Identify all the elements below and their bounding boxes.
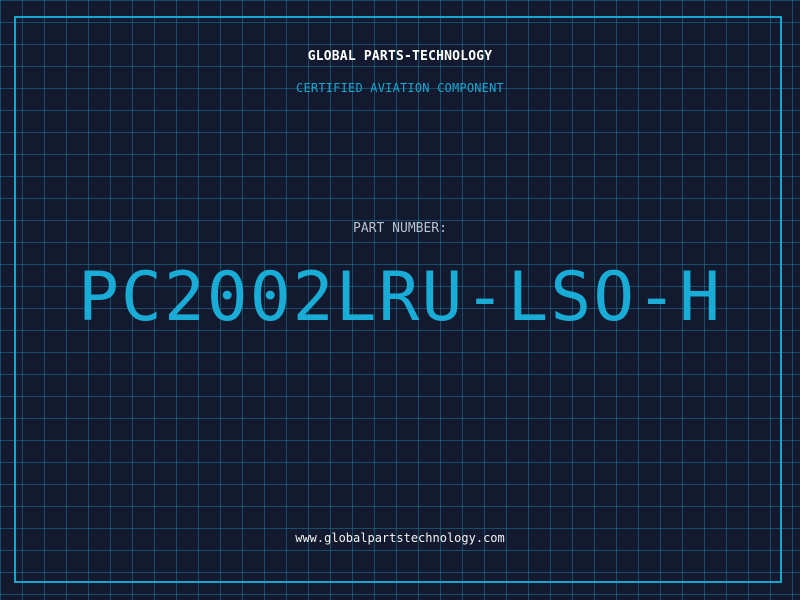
- company-name: GLOBAL PARTS-TECHNOLOGY: [307, 49, 493, 64]
- certification-subtitle: CERTIFIED AVIATION COMPONENT: [296, 81, 504, 95]
- website-url: www.globalpartstechnology.com: [295, 531, 505, 545]
- part-number-value: PC2002LRU-LSO-H: [77, 258, 723, 337]
- part-number-label: PART NUMBER:: [353, 221, 447, 236]
